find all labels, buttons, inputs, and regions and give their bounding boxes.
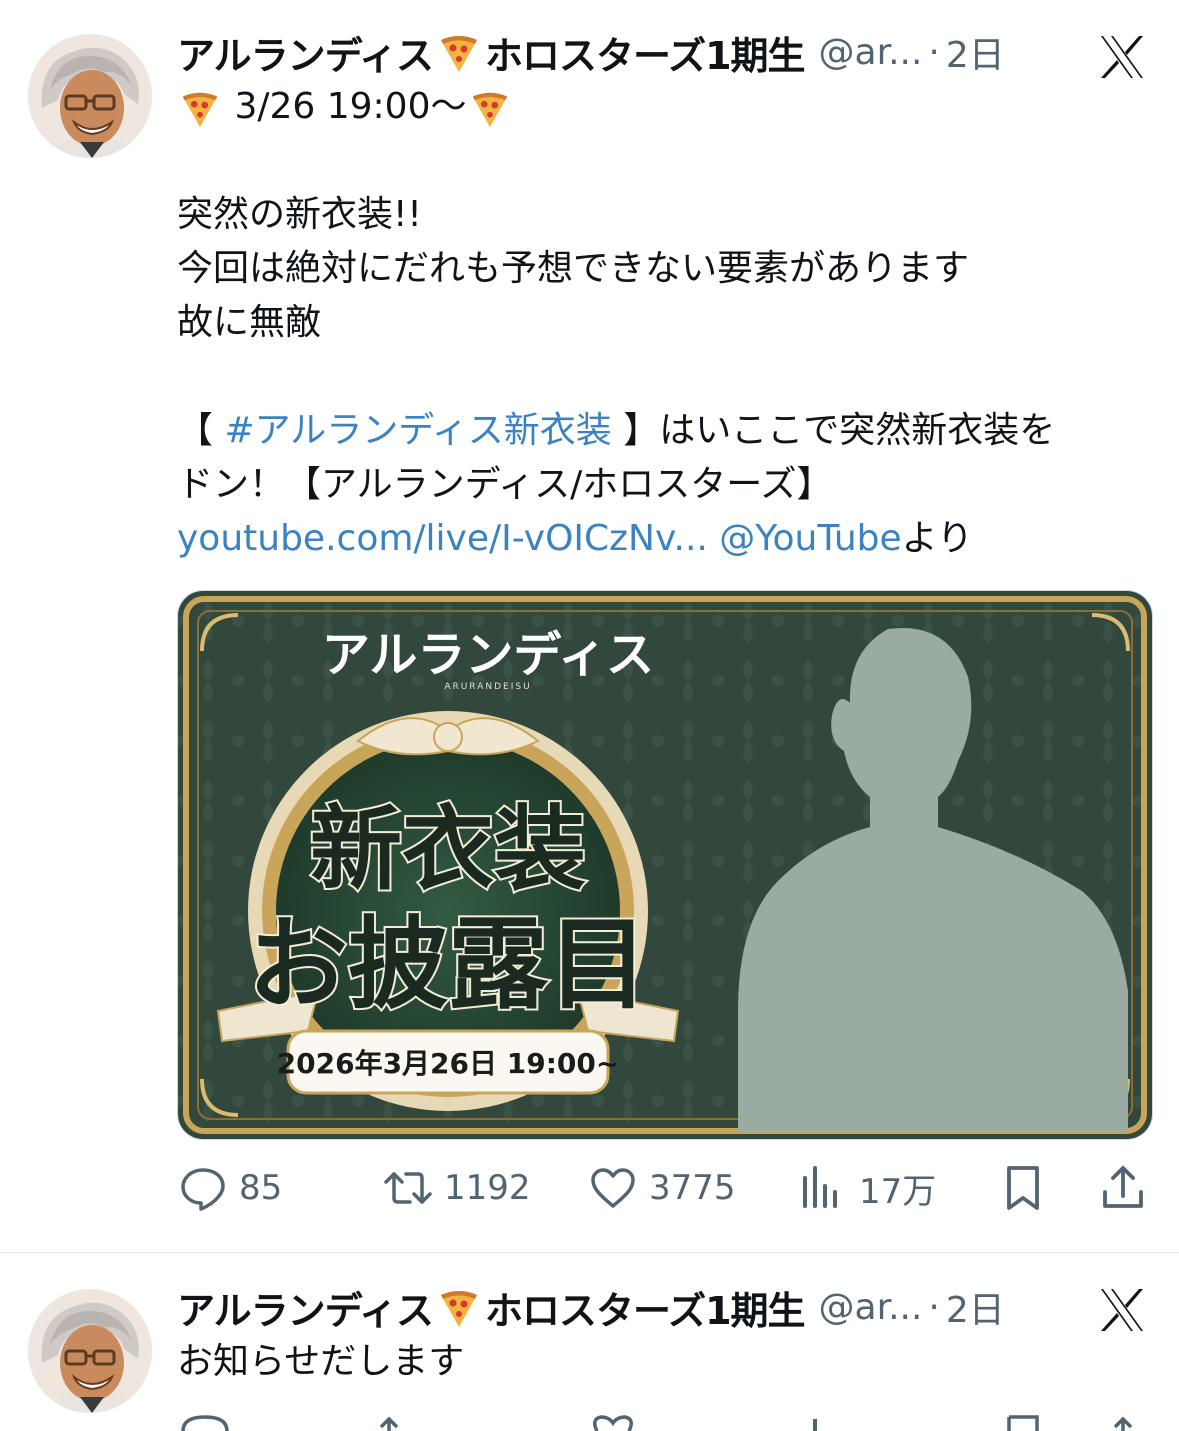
media-title-line2: お披露目 [248, 905, 648, 1023]
reply-button[interactable]: 85 [177, 1162, 282, 1214]
tweet-header: アルランディス ホロスターズ1期生 @ar... · 2日 [177, 1281, 1005, 1333]
reply-icon [181, 1168, 225, 1211]
header-separator: · [928, 31, 940, 73]
like-icon [591, 1168, 635, 1208]
body-line: 今回は絶対にだれも予想できない要素があります [177, 248, 970, 289]
bracket-open: 【 [177, 410, 225, 451]
author-name-suffix[interactable]: ホロスターズ1期生 [485, 1280, 806, 1335]
media-date-text: 2026年3月26日 19:00~ [277, 1047, 620, 1080]
body-line: 突然の新衣装!! [177, 194, 422, 235]
views-count: 17万 [859, 1171, 937, 1212]
action-bar-peek [177, 1413, 1147, 1431]
body-line: 故に無敵 [177, 302, 322, 343]
x-logo-icon[interactable] [1097, 1285, 1147, 1335]
action-bar: 85 1192 3775 17万 [177, 1158, 1147, 1218]
author-handle[interactable]: @ar... [819, 1287, 923, 1328]
tweet-card-2[interactable]: アルランディス ホロスターズ1期生 @ar... · 2日 お知らせだします [0, 1253, 1179, 1431]
tweet-card-1[interactable]: アルランディス ホロスターズ1期生 @ar... · 2日 3/26 19:00… [0, 0, 1179, 1252]
bookmark-button[interactable] [997, 1162, 1049, 1214]
header-separator: · [928, 1286, 940, 1328]
tweet-timestamp[interactable]: 2日 [946, 1281, 1005, 1333]
hashtag-link[interactable]: #アルランディス新衣装 [224, 410, 611, 451]
youtube-mention-link[interactable]: @YouTube [708, 518, 901, 559]
repost-button[interactable]: 1192 [382, 1162, 531, 1214]
tweet-timestamp[interactable]: 2日 [946, 26, 1005, 78]
pizza-icon [179, 87, 221, 129]
author-avatar[interactable] [28, 34, 152, 158]
author-name[interactable]: アルランディス [177, 1280, 434, 1335]
body-line-hashtag: 【 #アルランディス新衣装 】はいここで突然新衣装を [177, 404, 1147, 458]
body-line-url: youtube.com/live/I-vOICzNv... @YouTubeより [177, 512, 1147, 566]
views-button[interactable]: 17万 [797, 1162, 936, 1214]
media-logo-subtext: ARURANDEISU [444, 682, 531, 692]
bookmark-icon [1007, 1166, 1039, 1210]
repost-count: 1192 [444, 1168, 531, 1208]
tweet-body: 3/26 19:00〜 突然の新衣装!! 今回は絶対にだれも予想できない要素があ… [177, 80, 1147, 566]
body-text-rest: 】はいここで突然新衣装を [611, 410, 1056, 451]
pizza-icon [437, 1285, 481, 1329]
pizza-icon [437, 30, 481, 74]
url-suffix: より [901, 518, 973, 559]
tweet-header: アルランディス ホロスターズ1期生 @ar... · 2日 [177, 26, 1005, 78]
x-logo-icon[interactable] [1097, 32, 1147, 82]
author-name[interactable]: アルランディス [177, 25, 434, 80]
author-handle[interactable]: @ar... [819, 32, 923, 73]
media-title-line1: 新衣装 [310, 795, 586, 903]
body-line-date: 3/26 19:00〜 [177, 80, 1147, 134]
share-button[interactable] [1097, 1162, 1149, 1214]
tweet-body: お知らせだします [177, 1341, 465, 1382]
author-name-suffix[interactable]: ホロスターズ1期生 [485, 25, 806, 80]
author-avatar[interactable] [28, 1289, 152, 1413]
like-button[interactable]: 3775 [587, 1162, 736, 1214]
like-count: 3775 [649, 1168, 736, 1208]
share-icon [1103, 1166, 1143, 1208]
repost-icon [384, 1172, 432, 1204]
body-line: ドン！【アルランディス/ホロスターズ】 [177, 464, 833, 505]
reply-count: 85 [239, 1168, 283, 1208]
stream-date-text: 3/26 19:00〜 [234, 86, 467, 127]
views-icon [803, 1166, 837, 1208]
media-logo-text: アルランディス [322, 627, 654, 683]
pizza-icon [469, 87, 511, 129]
youtube-url-link[interactable]: youtube.com/live/I-vOICzNv... [177, 518, 708, 559]
media-thumbnail[interactable]: アルランディス ARURANDEISU 新衣装 お披露目 2026年3月26日 … [177, 590, 1153, 1140]
